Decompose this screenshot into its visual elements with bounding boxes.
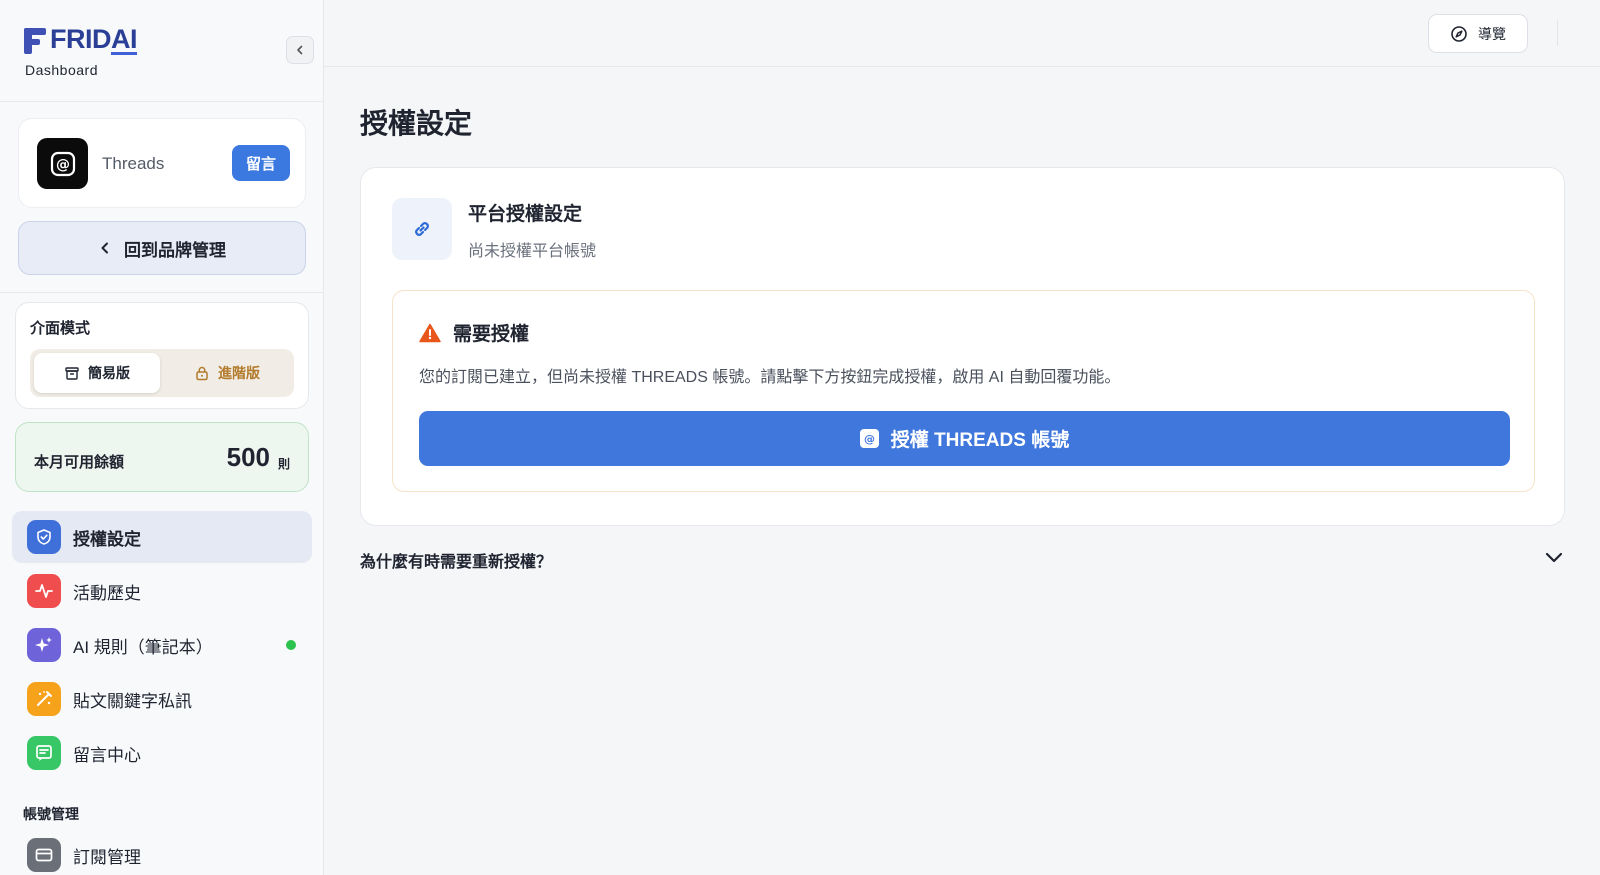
platform-card: @ Threads 留言	[18, 118, 306, 208]
sidebar-item-label: 貼文關鍵字私訊	[73, 691, 192, 711]
warning-icon	[419, 323, 441, 342]
activity-icon	[27, 574, 61, 608]
authorize-threads-button[interactable]: @ 授權 THREADS 帳號	[419, 411, 1510, 466]
balance-value: 500	[226, 442, 270, 472]
sidebar: FRIDAI Dashboard @ Threads 留言 回到品牌管理 介面模…	[0, 0, 324, 875]
alert-title: 需要授權	[453, 324, 530, 345]
alert-message: 您的訂閱已建立，但尚未授權 THREADS 帳號。請點擊下方按鈕完成授權，啟用 …	[419, 369, 1121, 386]
archive-box-icon	[65, 367, 79, 380]
balance-unit: 則	[277, 457, 290, 471]
sidebar-item-label: AI 規則（筆記本）	[73, 637, 213, 657]
sidebar-divider	[0, 292, 323, 293]
link-icon	[392, 198, 452, 260]
chevron-left-icon	[101, 242, 108, 254]
sidebar-item-label: 留言中心	[73, 745, 141, 765]
collapse-sidebar-button[interactable]	[286, 36, 314, 64]
monthly-balance-card: 本月可用餘額 500 則	[15, 422, 309, 492]
shield-check-icon	[27, 520, 61, 554]
brand-area: FRIDAI Dashboard	[0, 0, 323, 102]
balance-label: 本月可用餘額	[34, 454, 125, 471]
message-icon	[27, 736, 61, 770]
credit-card-icon	[27, 838, 61, 872]
alert-header: 需要授權	[419, 319, 529, 346]
sidebar-item-label: 授權設定	[73, 529, 141, 549]
mode-simple-label: 簡易版	[88, 365, 130, 381]
sparkles-icon	[27, 628, 61, 662]
top-bar	[324, 0, 1600, 67]
mode-advanced-label: 進階版	[218, 365, 260, 381]
guide-button[interactable]: 導覽	[1428, 14, 1528, 53]
interface-mode-title: 介面模式	[30, 320, 91, 337]
sidebar-item-authorization[interactable]: 授權設定	[12, 511, 312, 563]
mode-advanced-option[interactable]: 進階版	[164, 353, 290, 393]
faq-reauthorize[interactable]: 為什麼有時需要重新授權？	[360, 544, 1565, 572]
interface-mode-card: 介面模式 簡易版 進階版	[15, 302, 309, 409]
sidebar-item-subscription[interactable]: 訂閱管理	[12, 829, 312, 875]
svg-text:@: @	[56, 157, 70, 173]
lock-icon	[196, 366, 208, 381]
magic-wand-icon	[27, 682, 61, 716]
card-subtitle: 尚未授權平台帳號	[468, 243, 597, 260]
mode-switch: 簡易版 進階版	[30, 349, 294, 397]
sidebar-item-activity-history[interactable]: 活動歷史	[12, 565, 312, 617]
comment-badge-button[interactable]: 留言	[232, 145, 290, 181]
topbar-divider	[1557, 20, 1558, 46]
sidebar-item-label: 活動歷史	[73, 583, 141, 603]
sidebar-item-label: 訂閱管理	[73, 847, 141, 867]
authorize-threads-label: 授權 THREADS 帳號	[890, 430, 1070, 451]
sidebar-item-ai-rules[interactable]: AI 規則（筆記本）	[12, 619, 312, 671]
logo-mark-icon	[24, 26, 46, 54]
compass-icon	[1451, 25, 1467, 42]
threads-logo-icon: @	[37, 138, 88, 189]
mode-simple-option[interactable]: 簡易版	[34, 353, 160, 393]
chevron-down-icon	[1545, 552, 1563, 563]
dashboard-label: Dashboard	[25, 62, 98, 78]
back-to-brand-button[interactable]: 回到品牌管理	[18, 221, 306, 275]
sidebar-item-comment-center[interactable]: 留言中心	[12, 727, 312, 779]
threads-logo-icon: @	[859, 429, 879, 448]
platform-name: Threads	[102, 154, 165, 173]
logo-text: FRIDAI	[50, 24, 138, 54]
card-title: 平台授權設定	[468, 204, 583, 225]
back-to-brand-label: 回到品牌管理	[124, 240, 226, 260]
authorization-required-alert: 需要授權 您的訂閱已建立，但尚未授權 THREADS 帳號。請點擊下方按鈕完成授…	[392, 290, 1535, 492]
platform-authorization-card: 平台授權設定 尚未授權平台帳號 需要授權 您的訂閱已建立，但尚未授權 THREA…	[360, 167, 1565, 526]
account-management-heading: 帳號管理	[23, 806, 79, 822]
guide-label: 導覽	[1478, 25, 1506, 42]
chevron-left-icon	[297, 45, 303, 55]
status-dot	[286, 640, 296, 650]
faq-question: 為什麼有時需要重新授權？	[360, 554, 553, 571]
svg-text:@: @	[864, 433, 875, 446]
page-title: 授權設定	[360, 108, 473, 139]
sidebar-item-keyword-dm[interactable]: 貼文關鍵字私訊	[12, 673, 312, 725]
fridai-logo[interactable]: FRIDAI	[24, 24, 138, 55]
